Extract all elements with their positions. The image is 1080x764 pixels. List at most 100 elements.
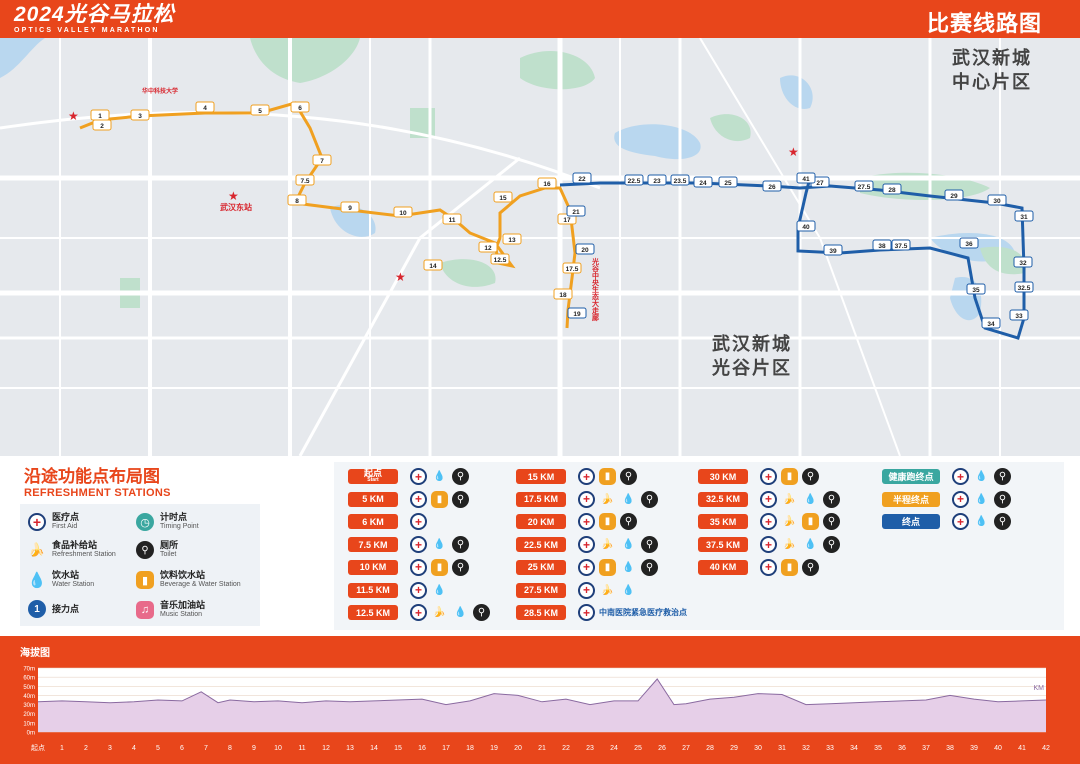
km-marker-label: 27.5 <box>858 184 871 191</box>
elevation-x-tick: 8 <box>228 745 232 752</box>
brand-title: 2024光谷马拉松 <box>14 3 175 26</box>
station-row: 25 KM + ▮ 💧 ⚲ <box>516 558 658 576</box>
legend-label: 饮料饮水站 <box>160 570 206 580</box>
header: 2024光谷马拉松 OPTICS VALLEY MARATHON 比赛线路图 <box>0 0 1080 38</box>
station-row: 12.5 KM + 🍌 💧 ⚲ <box>348 604 490 622</box>
water-icon: 💧 <box>27 572 47 589</box>
km-marker-label: 11 <box>449 217 456 224</box>
elevation-x-tick: 33 <box>826 745 834 752</box>
station-row: 10 KM + ▮ ⚲ <box>348 558 469 576</box>
km-marker-label: 27 <box>816 180 824 187</box>
km-marker-label: 7 <box>320 158 324 165</box>
km-marker-label: 17 <box>563 217 571 224</box>
beverage-icon: ▮ <box>781 468 798 485</box>
food-icon: 🍌 <box>433 607 446 619</box>
elevation-x-tick: 27 <box>682 745 690 752</box>
first-aid-icon: + <box>760 536 777 554</box>
first-aid-icon: + <box>410 536 427 554</box>
first-aid-icon: + <box>760 490 777 508</box>
water-icon: 💧 <box>975 516 988 528</box>
legend-label: 饮水站 <box>52 570 80 580</box>
first-aid-icon: + <box>410 604 427 622</box>
km-marker-label: 38 <box>878 243 886 250</box>
km-marker-label: 28 <box>888 187 896 194</box>
elevation-x-tick: 12 <box>322 745 330 752</box>
elevation-x-tick: 2 <box>84 745 88 752</box>
beverage-icon: ▮ <box>599 513 616 531</box>
km-marker-label: 17.5 <box>566 266 579 273</box>
km-marker-label: 29 <box>950 193 958 200</box>
first-aid-icon: + <box>578 468 595 485</box>
km-marker-label: 35 <box>972 287 980 294</box>
legend-label-en: Music Station <box>160 611 203 618</box>
page-title: 比赛线路图 <box>926 11 1042 36</box>
elevation-y-tick: 50m <box>23 685 35 691</box>
elevation-x-tick: 20 <box>514 745 522 752</box>
elevation-y-tick: 10m <box>23 721 35 727</box>
timing-icon: ◷ <box>136 513 154 531</box>
first-aid-icon: + <box>410 581 427 599</box>
station-row: 7.5 KM + 💧 ⚲ <box>348 536 469 554</box>
water-icon: 💧 <box>433 539 446 551</box>
km-marker-label: 20 <box>581 247 589 254</box>
km-marker-label: 21 <box>572 209 580 216</box>
station-row: 11.5 KM + 💧 <box>348 581 448 599</box>
route-map-canvas: 1234 5 677.58910111212.5131415161717.51819… <box>0 38 1080 456</box>
food-icon: 🍌 <box>601 584 614 596</box>
km-marker-label: 12.5 <box>494 257 507 264</box>
station-row: 35 KM + 🍌 ▮ ⚲ <box>698 513 840 531</box>
elevation-profile: 海拔图 70m 60m 50m 40m 30m 20m 10m 0m KM 起点 1 2 3 4 5 6 7 8 9… <box>0 636 1080 764</box>
station-km-badge: 28.5 KM <box>516 605 566 621</box>
elevation-x-tick: 38 <box>946 745 954 752</box>
toilet-icon: ⚲ <box>994 490 1011 508</box>
legend-toilet: ⚲ 厕所 Toilet <box>136 540 178 560</box>
stations-title-en: REFRESHMENT STATIONS <box>24 487 171 499</box>
elevation-y-tick: 40m <box>23 694 35 700</box>
route-map[interactable]: 1 2 3 4 5 6 7 7.5 8 9 10 11 12 12.5 13 14 15 16 17 17.5 18 19… <box>0 38 1080 456</box>
water-icon: 💧 <box>622 539 635 551</box>
station-row: 32.5 KM + 🍌 💧 ⚲ <box>698 490 840 508</box>
elevation-x-tick: 32 <box>802 745 810 752</box>
elevation-x-tick: 19 <box>490 745 498 752</box>
toilet-icon: ⚲ <box>641 558 658 576</box>
district-south: 武汉新城 光谷片区 <box>712 332 792 380</box>
food-icon: 🍌 <box>601 539 614 551</box>
station-km-badge: 15 KM <box>516 469 566 484</box>
first-aid-icon: + <box>760 558 777 576</box>
km-marker-label: 22.5 <box>628 178 641 185</box>
km-marker-label: 16 <box>543 181 551 188</box>
km-marker-label: 30 <box>993 198 1001 205</box>
elevation-x-tick: 31 <box>778 745 786 752</box>
elevation-x-tick: 35 <box>874 745 882 752</box>
star-icon: ★ <box>395 270 406 284</box>
district-north-line1: 武汉新城 <box>952 48 1032 68</box>
elevation-y-tick: 0m <box>27 731 35 737</box>
legend-label: 厕所 <box>160 540 179 550</box>
first-aid-icon: + <box>760 468 777 485</box>
station-km-badge: 5 KM <box>348 491 398 507</box>
elevation-x-tick: 23 <box>586 745 594 752</box>
toilet-icon: ⚲ <box>452 536 469 554</box>
km-marker-label: 6 <box>298 105 302 112</box>
km-marker-label: 19 <box>573 311 581 318</box>
km-marker-label: 32 <box>1019 260 1027 267</box>
landmark-corridor: 光谷中央生态大走廊 <box>591 257 600 322</box>
station-row: 健康跑终点 + 💧 ⚲ <box>882 468 1011 485</box>
km-marker-label: 40 <box>802 224 810 231</box>
water-icon: 💧 <box>454 607 467 619</box>
elevation-x-tick: 4 <box>132 745 136 752</box>
refreshment-stations-panel: 沿途功能点布局图 REFRESHMENT STATIONS + 医疗点 First… <box>0 456 1080 636</box>
station-km-badge: 30 KM <box>698 469 748 484</box>
first-aid-icon: + <box>760 513 777 531</box>
legend-label: 音乐加油站 <box>160 600 206 610</box>
food-icon: 🍌 <box>783 516 796 528</box>
star-icon: ★ <box>788 145 799 159</box>
water-icon: 💧 <box>622 561 635 573</box>
station-km-badge: 37.5 KM <box>698 537 748 553</box>
elevation-x-tick: 34 <box>850 745 858 752</box>
elevation-x-tick: 16 <box>418 745 426 752</box>
legend-label-en: Refreshment Station <box>52 551 116 558</box>
beverage-icon: ▮ <box>781 558 798 576</box>
legend-label-en: Toilet <box>160 551 177 558</box>
district-south-line1: 武汉新城 <box>712 334 792 354</box>
